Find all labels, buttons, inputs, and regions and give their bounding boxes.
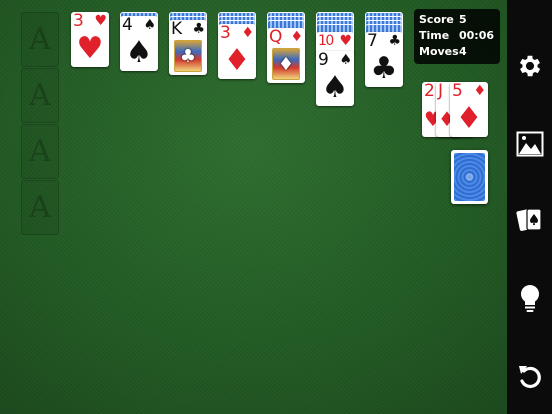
foundation-pile-4[interactable]: A (21, 180, 59, 235)
score-panel: Score 5 Time 00:06 Moves 4 (414, 9, 500, 64)
hint-button[interactable] (507, 279, 552, 319)
tableau-card-3-diamonds[interactable]: 3 ♦ ♦ (218, 24, 256, 79)
foundation-pile-1[interactable]: A (21, 12, 59, 67)
tableau-card-7-clubs[interactable]: 7 ♣ ♣ (365, 32, 403, 87)
card-rank: 10 (318, 33, 334, 49)
card-suit: ♥ (94, 13, 107, 29)
card-suit: ♥ (339, 33, 352, 49)
foundation-pile-2[interactable]: A (21, 68, 59, 123)
card-suit: ♠ (143, 17, 156, 33)
foundation-placeholder: A (29, 78, 51, 113)
time-label: Time (419, 29, 450, 42)
foundation-pile-3[interactable]: A (21, 124, 59, 179)
settings-button[interactable] (507, 46, 552, 86)
card-suit-large: ♣ (370, 51, 398, 86)
cards-icon (515, 208, 542, 231)
card-rank: J (438, 82, 443, 101)
card-rank: Q (269, 28, 282, 47)
moves-value: 4 (459, 45, 467, 58)
card-suit-large: ♠ (125, 35, 153, 70)
tableau-card-3-hearts[interactable]: 3 ♥ ♥ (71, 12, 109, 67)
tableau-card-9-spades[interactable]: 9 ♠ ♠ (316, 51, 354, 106)
card-suit-large: ♠ (321, 70, 349, 105)
foundation-placeholder: A (29, 22, 51, 57)
card-rank: 2 (424, 82, 435, 101)
lightbulb-icon (520, 284, 539, 312)
stock-pile[interactable] (451, 150, 488, 204)
card-suit-large: ♥ (76, 31, 104, 66)
score-label: Score (419, 13, 454, 26)
gear-icon (519, 55, 540, 77)
sidebar (507, 0, 552, 414)
card-rank: 5 (452, 82, 463, 101)
queen-portrait-image: ♦ (272, 48, 300, 80)
background-button[interactable] (507, 124, 552, 164)
tableau-card-4-spades[interactable]: 4 ♠ ♠ (120, 16, 158, 71)
waste-card-5-diamonds[interactable]: 5 ♦ ♦ (450, 82, 488, 137)
card-suit: ♦ (241, 25, 254, 41)
foundation-placeholder: A (29, 134, 51, 169)
landscape-icon (516, 131, 543, 157)
card-suit-large: ♦ (223, 43, 251, 78)
moves-label: Moves (419, 45, 459, 58)
card-rank: 9 (318, 51, 329, 70)
card-rank: K (171, 20, 182, 39)
foundation-placeholder: A (29, 190, 51, 225)
card-suit: ♦ (290, 29, 303, 45)
card-suit-large: ♦ (455, 101, 483, 136)
king-portrait-image: ♣ (174, 40, 202, 72)
card-suit: ♣ (388, 33, 401, 49)
card-back-pattern (454, 153, 485, 201)
time-value: 00:06 (459, 29, 495, 42)
card-suit: ♦ (473, 83, 486, 99)
card-style-button[interactable] (507, 200, 552, 240)
card-suit: ♣ (192, 21, 205, 37)
card-rank: 4 (122, 16, 133, 35)
score-value: 5 (459, 13, 467, 26)
tableau-card-q-diamonds[interactable]: Q ♦ ♦ (267, 28, 305, 83)
card-rank: 3 (220, 24, 231, 43)
tableau-card-k-clubs[interactable]: K ♣ ♣ (169, 20, 207, 75)
card-rank: 7 (367, 32, 378, 51)
undo-icon (518, 366, 541, 389)
undo-button[interactable] (507, 356, 552, 396)
card-rank: 3 (73, 12, 84, 31)
card-suit: ♠ (339, 52, 352, 68)
